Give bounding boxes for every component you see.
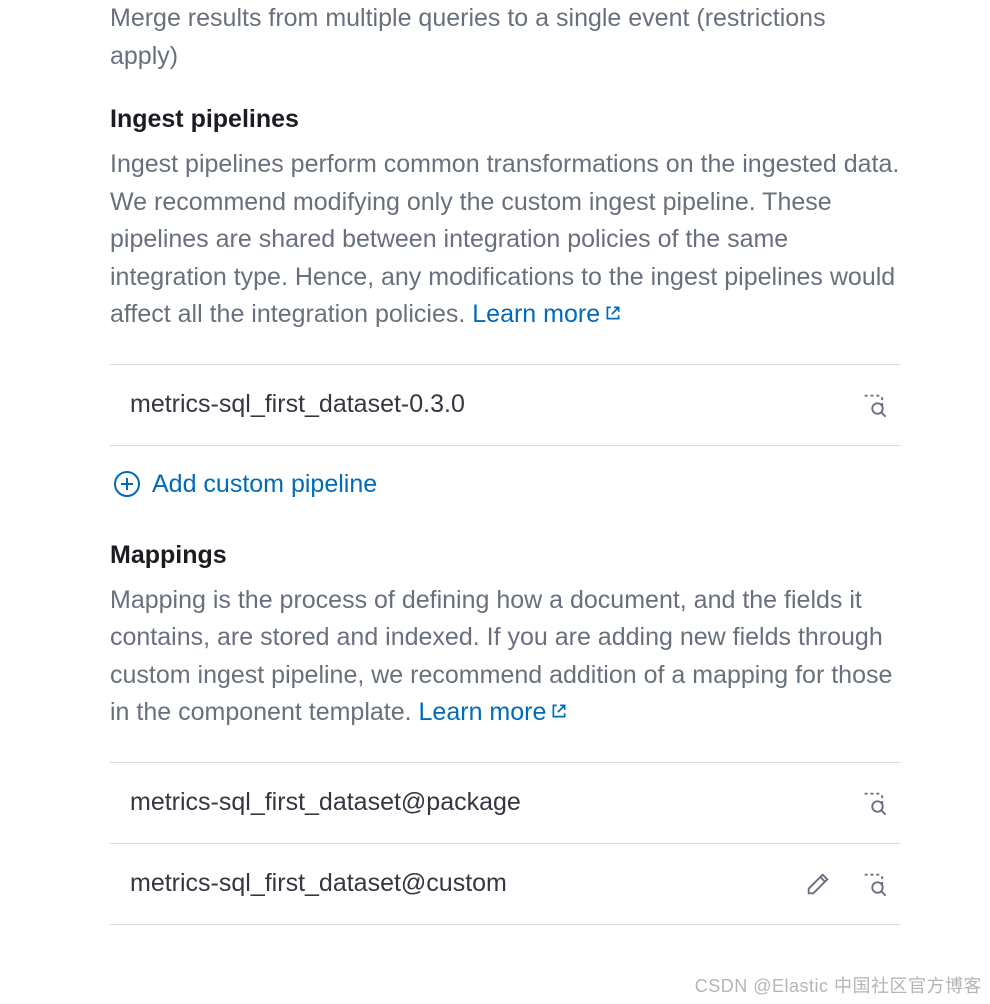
mapping-name: metrics-sql_first_dataset@package bbox=[130, 788, 521, 817]
add-custom-pipeline-label: Add custom pipeline bbox=[152, 470, 377, 499]
pipeline-name: metrics-sql_first_dataset-0.3.0 bbox=[130, 390, 465, 419]
watermark-text: CSDN @Elastic 中国社区官方博客 bbox=[695, 972, 982, 998]
ingest-pipelines-heading: Ingest pipelines bbox=[110, 105, 900, 134]
mapping-name: metrics-sql_first_dataset@custom bbox=[130, 869, 507, 898]
mapping-row-actions bbox=[800, 866, 892, 902]
inspect-mapping-button[interactable] bbox=[856, 785, 892, 821]
pipeline-row-actions bbox=[856, 387, 892, 423]
ingest-pipelines-description: Ingest pipelines perform common transfor… bbox=[110, 146, 900, 334]
merge-description: Merge results from multiple queries to a… bbox=[110, 0, 900, 75]
mappings-learn-more-link[interactable]: Learn more bbox=[419, 698, 569, 726]
add-custom-pipeline-button[interactable]: Add custom pipeline bbox=[110, 445, 900, 533]
mapping-row-actions bbox=[856, 785, 892, 821]
external-link-icon bbox=[550, 702, 568, 720]
edit-mapping-button[interactable] bbox=[800, 866, 836, 902]
inspect-mapping-button[interactable] bbox=[856, 866, 892, 902]
plus-circle-icon bbox=[114, 471, 140, 497]
inspect-icon bbox=[860, 391, 888, 419]
mapping-row: metrics-sql_first_dataset@package bbox=[110, 762, 900, 843]
pipeline-row: metrics-sql_first_dataset-0.3.0 bbox=[110, 364, 900, 445]
ingest-learn-more-link[interactable]: Learn more bbox=[472, 300, 622, 328]
mappings-heading: Mappings bbox=[110, 541, 900, 570]
ingest-pipeline-list: metrics-sql_first_dataset-0.3.0 Add cust… bbox=[110, 364, 900, 533]
mappings-description: Mapping is the process of defining how a… bbox=[110, 582, 900, 732]
inspect-icon bbox=[860, 789, 888, 817]
inspect-pipeline-button[interactable] bbox=[856, 387, 892, 423]
mapping-row: metrics-sql_first_dataset@custom bbox=[110, 843, 900, 925]
pencil-icon bbox=[804, 870, 832, 898]
external-link-icon bbox=[604, 304, 622, 322]
inspect-icon bbox=[860, 870, 888, 898]
mappings-list: metrics-sql_first_dataset@package metric… bbox=[110, 762, 900, 925]
